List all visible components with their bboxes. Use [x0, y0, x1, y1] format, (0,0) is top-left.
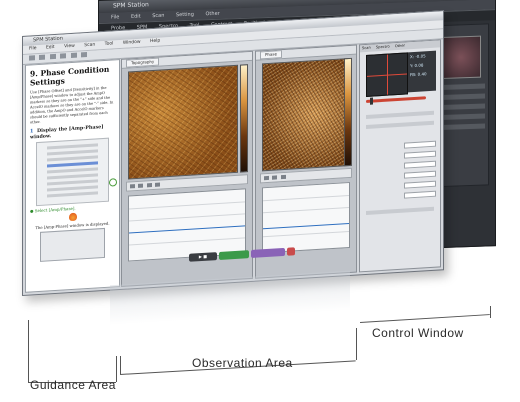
profile-icon[interactable]: [146, 183, 152, 188]
pan-icon[interactable]: [272, 175, 278, 180]
toolbar-icon[interactable]: [39, 54, 46, 60]
menu-file[interactable]: File: [29, 46, 37, 51]
parameter-row: [366, 110, 434, 119]
back-menu-setting[interactable]: Setting: [176, 12, 194, 19]
control-bracket: [490, 306, 491, 318]
back-menu-scan[interactable]: Scan: [152, 13, 164, 19]
menu-entry: [47, 155, 98, 162]
guidance-bracket: [28, 320, 29, 382]
setpoint-slider[interactable]: [366, 96, 426, 103]
color-scale-bar: [344, 57, 352, 167]
tab-topography[interactable]: Topography: [126, 57, 160, 68]
menu-tool[interactable]: Tool: [105, 41, 114, 47]
toolbar-icon[interactable]: [49, 53, 56, 60]
parameter-field[interactable]: [404, 180, 436, 189]
zoom-icon[interactable]: [264, 175, 269, 181]
guidance-panel: 9. Phase Condition Settings Use [Phase O…: [25, 59, 120, 293]
menu-entry-highlighted: [47, 161, 98, 168]
settings-icon[interactable]: [154, 182, 160, 187]
observation-bracket: [356, 328, 357, 360]
menu-entry: [47, 143, 98, 150]
step-2-text: Select [Amp/Phase].: [34, 205, 76, 214]
label-guidance-area: Guidance Area: [30, 378, 116, 392]
toolbar-icon[interactable]: [60, 53, 67, 59]
play-button[interactable]: ▶ ■: [189, 252, 217, 262]
toolbar-icon[interactable]: [81, 52, 88, 58]
menu-entry: [47, 191, 98, 198]
afm-phase-image[interactable]: [262, 57, 350, 172]
line-profile-plot: [262, 181, 350, 254]
front-application-window: SPM Station File Edit View Scan Tool Win…: [22, 10, 444, 297]
gridline: [263, 206, 349, 214]
zoom-icon[interactable]: [130, 184, 135, 189]
step-marker-icon: [109, 178, 117, 187]
control-window-panel: Scan Spectro Other X: -0.05 Y: 0.08 FB: …: [359, 39, 441, 273]
parameter-field[interactable]: [404, 160, 436, 169]
guidance-bracket: [116, 356, 117, 382]
gridline: [263, 230, 349, 238]
control-bracket: [360, 314, 490, 323]
gridline: [129, 237, 245, 246]
parameter-field[interactable]: [404, 170, 436, 179]
readout-fb: FB: 0.40: [410, 71, 427, 78]
menu-entry: [47, 167, 98, 174]
profile-trace: [263, 222, 349, 230]
back-preview-image: [441, 35, 481, 80]
parameter-field[interactable]: [404, 150, 436, 159]
stop-button[interactable]: [251, 247, 285, 258]
menu-entry: [47, 173, 98, 180]
tab-other[interactable]: Other: [395, 44, 405, 49]
abort-button[interactable]: [287, 247, 295, 256]
menu-screenshot: [36, 137, 109, 207]
profile-trace: [129, 225, 245, 234]
menu-view[interactable]: View: [64, 44, 75, 50]
parameter-row: [366, 120, 434, 129]
tab-scan[interactable]: Scan: [362, 46, 371, 51]
back-menu-file[interactable]: File: [111, 14, 119, 20]
position-scope[interactable]: [366, 52, 408, 97]
toolbar-icon[interactable]: [29, 55, 35, 61]
crosshair-vertical: [387, 54, 388, 95]
tab-phase[interactable]: Phase: [260, 50, 282, 60]
gridline: [129, 213, 245, 222]
amp-phase-window-thumbnail: [40, 227, 105, 262]
afm-topography-image[interactable]: [128, 64, 238, 180]
gridline: [129, 201, 245, 210]
menu-window[interactable]: Window: [123, 40, 141, 46]
pan-icon[interactable]: [138, 183, 144, 188]
parameter-field[interactable]: [404, 190, 436, 199]
start-button[interactable]: [219, 250, 249, 260]
observation-bracket: [120, 356, 121, 374]
menu-entry: [47, 185, 98, 192]
parameter-field[interactable]: [404, 140, 436, 149]
slider-handle[interactable]: [370, 97, 373, 105]
back-menu-edit[interactable]: Edit: [131, 14, 141, 20]
back-menu-other[interactable]: Other: [206, 11, 220, 17]
flame-icon: [68, 212, 77, 222]
menu-entry: [47, 179, 98, 186]
label-control-window: Control Window: [372, 326, 464, 340]
parameter-row: [366, 206, 434, 215]
observation-panel-phase: Phase: [255, 44, 357, 279]
menu-help[interactable]: Help: [150, 39, 160, 45]
guidance-paragraph: Use [Phase Offset] and [Sensitivity] in …: [30, 85, 114, 125]
menu-edit[interactable]: Edit: [46, 45, 55, 51]
position-readout: X: -0.05 Y: 0.08 FB: 0.40: [408, 50, 436, 93]
menu-scan[interactable]: Scan: [84, 43, 95, 49]
menu-entry: [47, 149, 98, 156]
toolbar-icon[interactable]: [70, 52, 77, 59]
profile-icon[interactable]: [280, 174, 286, 180]
guidance-title: 9. Phase Condition Settings: [30, 64, 110, 88]
label-observation-area: Observation Area: [192, 356, 293, 370]
tab-spectro[interactable]: Spectro: [376, 45, 390, 50]
gridline: [263, 194, 349, 202]
color-scale-bar: [240, 64, 248, 173]
